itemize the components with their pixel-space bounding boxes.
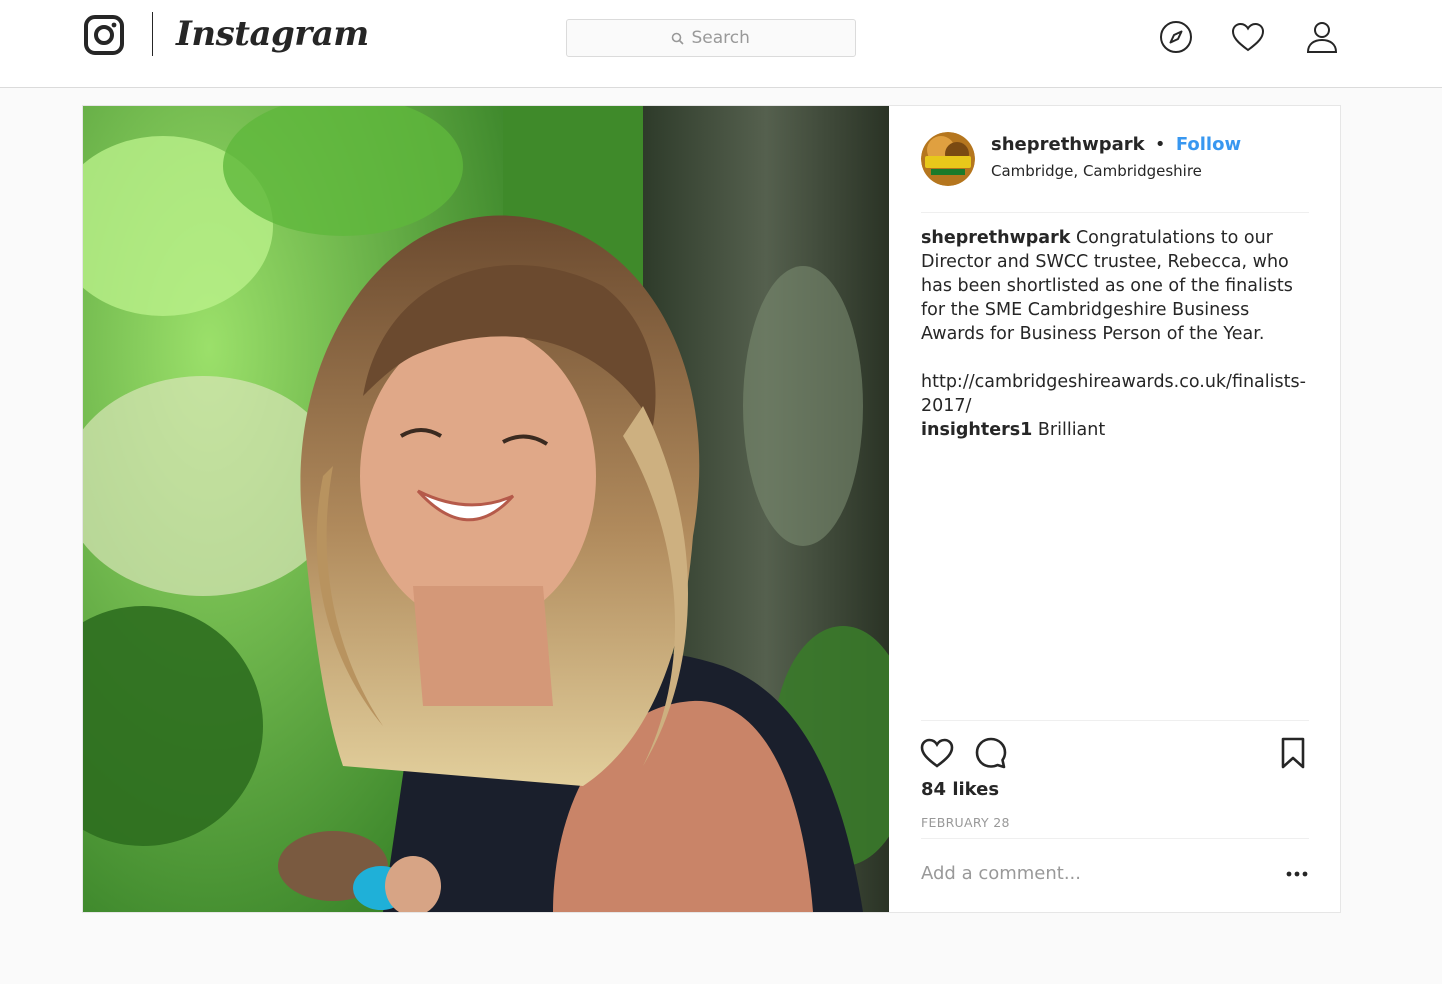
post-sidebar: sheprethwpark • Follow Cambridge, Cambri… — [889, 106, 1341, 912]
photo-illustration — [83, 106, 889, 912]
post-actions: 84 likes FEBRUARY 28 — [919, 720, 1311, 839]
caption-url-link[interactable]: http://cambridgeshireawards.co.uk/finali… — [921, 370, 1309, 418]
add-comment-section — [921, 838, 1309, 913]
author-username-link[interactable]: sheprethwpark — [991, 134, 1145, 155]
post-date[interactable]: FEBRUARY 28 — [921, 815, 1010, 830]
post-photo[interactable] — [83, 106, 889, 912]
shepreth-logo-icon — [921, 132, 975, 186]
top-nav-bar: Instagram — [0, 0, 1442, 88]
person-icon[interactable] — [1303, 18, 1341, 56]
follow-button[interactable]: Follow — [1176, 134, 1241, 155]
post-header: sheprethwpark • Follow Cambridge, Cambri… — [921, 130, 1309, 213]
caption-username[interactable]: sheprethwpark — [921, 228, 1070, 248]
search-box[interactable] — [566, 19, 856, 57]
comment-bubble-icon[interactable] — [973, 735, 1009, 771]
instagram-wordmark[interactable]: Instagram — [176, 6, 369, 62]
heart-icon[interactable] — [1229, 18, 1267, 56]
avatar[interactable] — [921, 132, 975, 186]
caption: sheprethwpark Congratulations to our Dir… — [921, 226, 1309, 346]
comment-text: Brilliant — [1037, 420, 1106, 440]
bookmark-icon[interactable] — [1275, 735, 1311, 771]
more-options-icon[interactable] — [1285, 867, 1309, 881]
search-icon — [671, 32, 684, 45]
separator-dot: • — [1154, 134, 1166, 155]
likes-count[interactable]: 84 likes — [921, 779, 999, 800]
location-link[interactable]: Cambridge, Cambridgeshire — [991, 162, 1202, 180]
caption-block: sheprethwpark Congratulations to our Dir… — [921, 226, 1309, 442]
logo-divider — [152, 12, 153, 56]
compass-icon[interactable] — [1157, 18, 1195, 56]
like-heart-icon[interactable] — [919, 735, 955, 771]
comment-item: insighters1 Brilliant — [921, 418, 1309, 442]
comment-username[interactable]: insighters1 — [921, 420, 1032, 440]
search-input[interactable] — [691, 28, 752, 48]
instagram-glyph-icon[interactable] — [83, 14, 125, 56]
add-comment-input[interactable] — [921, 863, 1261, 884]
post-author: sheprethwpark • Follow — [991, 134, 1241, 155]
post-card: sheprethwpark • Follow Cambridge, Cambri… — [82, 105, 1341, 913]
